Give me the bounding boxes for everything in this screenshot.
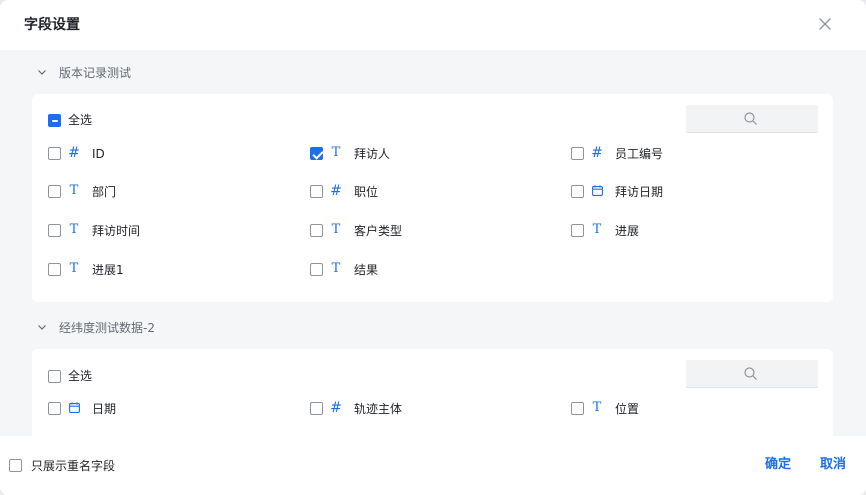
field-checkbox[interactable] [48,263,61,276]
close-icon [819,18,831,30]
chevron-down-icon [38,70,46,75]
field-checkbox[interactable] [571,224,584,237]
number-type-icon: # [591,145,603,161]
field-name: 拜访人 [354,147,391,161]
field-checkbox[interactable] [48,185,61,198]
dialog-footer: 只展示重名字段 确定 取消 [0,436,866,495]
select-all-checkbox[interactable] [48,370,61,383]
field-checkbox[interactable] [310,185,323,198]
field-name: 职位 [354,185,379,199]
section-title: 经纬度测试数据-2 [59,320,155,335]
dialog-title: 字段设置 [24,17,80,33]
field-item[interactable]: T 进展1 [48,261,288,279]
field-name: 拜访时间 [92,224,141,238]
field-item[interactable]: T 结果 [310,261,550,279]
close-button[interactable] [815,14,835,34]
field-checkbox[interactable] [310,224,323,237]
field-name: 进展 [615,224,640,238]
text-type-icon: T [331,261,341,276]
text-type-icon: T [69,183,79,198]
dialog-body: 版本记录测试 全选 # ID T 拜访人 # 员工编号 T 部门 # 职位 拜访… [0,50,866,436]
field-name: 位置 [615,402,640,416]
date-type-icon [67,400,81,416]
field-checkbox[interactable] [571,147,584,160]
field-item[interactable]: T 拜访时间 [48,222,288,240]
text-type-icon: T [69,222,79,237]
field-checkbox[interactable] [571,185,584,198]
field-item[interactable]: T 进展 [571,222,811,240]
field-item[interactable]: T 位置 [571,400,811,418]
text-type-icon: T [331,222,341,237]
section-card-version-record: 全选 # ID T 拜访人 # 员工编号 T 部门 # 职位 拜访日期 T 拜访… [32,94,833,302]
field-name: 日期 [92,402,117,416]
field-item[interactable]: T 拜访人 [310,145,550,163]
field-name: 部门 [92,185,117,199]
text-type-icon: T [69,261,79,276]
field-name: 结果 [354,263,379,277]
chevron-down-icon [38,325,46,330]
field-name: ID [92,147,105,161]
text-type-icon: T [592,222,602,237]
section-header-version-record[interactable]: 版本记录测试 [36,62,131,82]
field-name: 员工编号 [615,147,664,161]
section-header-geo-test[interactable]: 经纬度测试数据-2 [36,317,155,337]
number-type-icon: # [330,400,342,416]
field-item[interactable]: # 员工编号 [571,145,811,163]
field-checkbox[interactable] [310,402,323,415]
select-all-checkbox[interactable] [48,114,61,127]
number-type-icon: # [330,183,342,199]
field-checkbox[interactable] [48,402,61,415]
field-item[interactable]: 日期 [48,400,288,418]
field-item[interactable]: 拜访日期 [571,183,811,201]
field-item[interactable]: # 轨迹主体 [310,400,550,418]
section-title: 版本记录测试 [59,65,132,80]
field-checkbox[interactable] [571,402,584,415]
field-item[interactable]: T 客户类型 [310,222,550,240]
field-search[interactable] [686,105,818,133]
field-item[interactable]: # 职位 [310,183,550,201]
show-duplicates-label: 只展示重名字段 [31,459,116,473]
select-all-label: 全选 [68,369,93,383]
field-item[interactable]: T 部门 [48,183,288,201]
field-search[interactable] [686,360,818,388]
show-duplicates-checkbox[interactable] [9,459,22,472]
field-checkbox[interactable] [310,263,323,276]
text-type-icon: T [331,145,341,160]
field-name: 进展1 [92,263,124,277]
field-checkbox[interactable] [48,224,61,237]
field-name: 轨迹主体 [354,402,403,416]
field-checkbox[interactable] [48,147,61,160]
search-input[interactable] [686,105,818,132]
search-input[interactable] [686,360,818,387]
field-settings-dialog: 字段设置 版本记录测试 全选 # ID T 拜访人 # 员工编号 T 部门 # … [0,0,866,495]
field-name: 客户类型 [354,224,403,238]
number-type-icon: # [68,145,80,161]
date-type-icon [590,183,604,199]
section-card-geo-test: 全选 日期 # 轨迹主体 T 位置 [32,349,833,436]
cancel-button[interactable]: 取消 [820,455,846,475]
field-checkbox[interactable] [310,147,323,160]
text-type-icon: T [592,400,602,415]
confirm-button[interactable]: 确定 [765,455,791,475]
select-all-label: 全选 [68,113,93,127]
field-name: 拜访日期 [615,185,664,199]
field-item[interactable]: # ID [48,145,288,163]
